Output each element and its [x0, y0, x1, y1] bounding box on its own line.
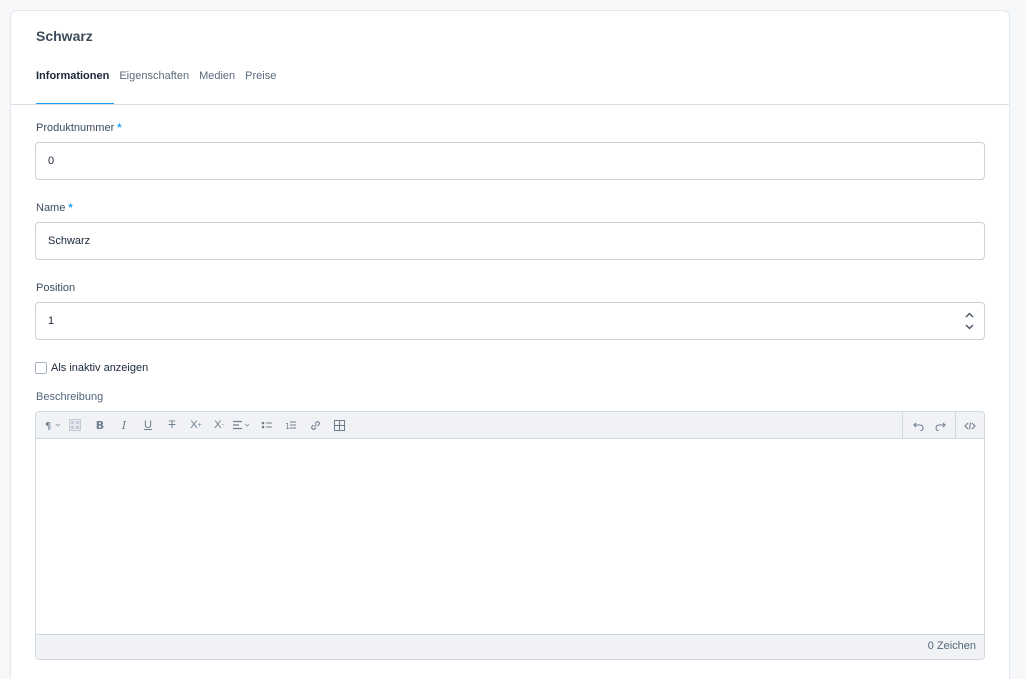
paragraph-format-icon[interactable]: ¶	[44, 412, 66, 439]
editor-content-area[interactable]	[36, 439, 984, 634]
card-title: Schwarz	[36, 28, 93, 44]
inactive-checkbox-label[interactable]: Als inaktiv anzeigen	[51, 362, 148, 374]
tab-bar: Informationen Eigenschaften Medien Preis…	[36, 69, 281, 105]
name-label-text: Name	[36, 202, 66, 214]
chevron-down-icon[interactable]	[965, 324, 974, 330]
position-value: 1	[48, 315, 55, 327]
variant-detail-card: Schwarz Informationen Eigenschaften Medi…	[10, 10, 1010, 679]
name-input[interactable]: Schwarz	[35, 222, 985, 260]
chevron-up-icon[interactable]	[965, 312, 974, 318]
description-editor: ¶ B I U T X + X- 1 0 Zeichen	[35, 411, 985, 660]
subscript-icon[interactable]: X-	[208, 412, 230, 439]
product-number-label: Produktnummer *	[36, 122, 122, 134]
link-icon[interactable]	[304, 412, 326, 439]
table-icon[interactable]	[326, 412, 352, 439]
code-view-icon[interactable]	[960, 412, 980, 439]
svg-text:1: 1	[285, 422, 290, 430]
inactive-checkbox-row[interactable]: Als inaktiv anzeigen	[35, 362, 148, 374]
superscript-icon[interactable]: X +	[184, 412, 208, 439]
bold-icon[interactable]: B	[88, 412, 112, 439]
tabs-divider	[11, 104, 1009, 105]
svg-text:¶: ¶	[45, 421, 51, 430]
description-label: Beschreibung	[36, 391, 104, 403]
tab-informationen[interactable]: Informationen	[36, 69, 115, 105]
tab-preise[interactable]: Preise	[240, 69, 281, 105]
editor-toolbar: ¶ B I U T X + X- 1	[36, 412, 984, 439]
number-stepper[interactable]	[964, 312, 974, 330]
inactive-checkbox[interactable]	[35, 362, 47, 374]
text-color-icon[interactable]	[66, 412, 84, 439]
position-label: Position	[36, 282, 76, 294]
strikethrough-icon[interactable]: T	[160, 412, 184, 439]
character-count: 0 Zeichen	[36, 634, 984, 659]
align-icon[interactable]	[230, 412, 256, 439]
name-label: Name *	[36, 202, 73, 214]
redo-icon[interactable]	[929, 412, 951, 439]
product-number-value: 0	[48, 155, 55, 167]
italic-icon[interactable]: I	[112, 412, 136, 439]
code-group	[955, 412, 984, 439]
tab-medien[interactable]: Medien	[194, 69, 240, 105]
required-marker: *	[117, 122, 122, 134]
tab-eigenschaften[interactable]: Eigenschaften	[114, 69, 194, 105]
ordered-list-icon[interactable]: 1	[278, 412, 304, 439]
history-group	[902, 412, 955, 439]
product-number-input[interactable]: 0	[35, 142, 985, 180]
product-number-label-text: Produktnummer	[36, 122, 115, 134]
required-marker: *	[68, 202, 73, 214]
name-value: Schwarz	[48, 235, 91, 247]
position-input[interactable]: 1	[35, 302, 985, 340]
underline-icon[interactable]: U	[136, 412, 160, 439]
unordered-list-icon[interactable]	[256, 412, 278, 439]
editor-toolbar-right	[902, 412, 984, 439]
undo-icon[interactable]	[907, 412, 929, 439]
